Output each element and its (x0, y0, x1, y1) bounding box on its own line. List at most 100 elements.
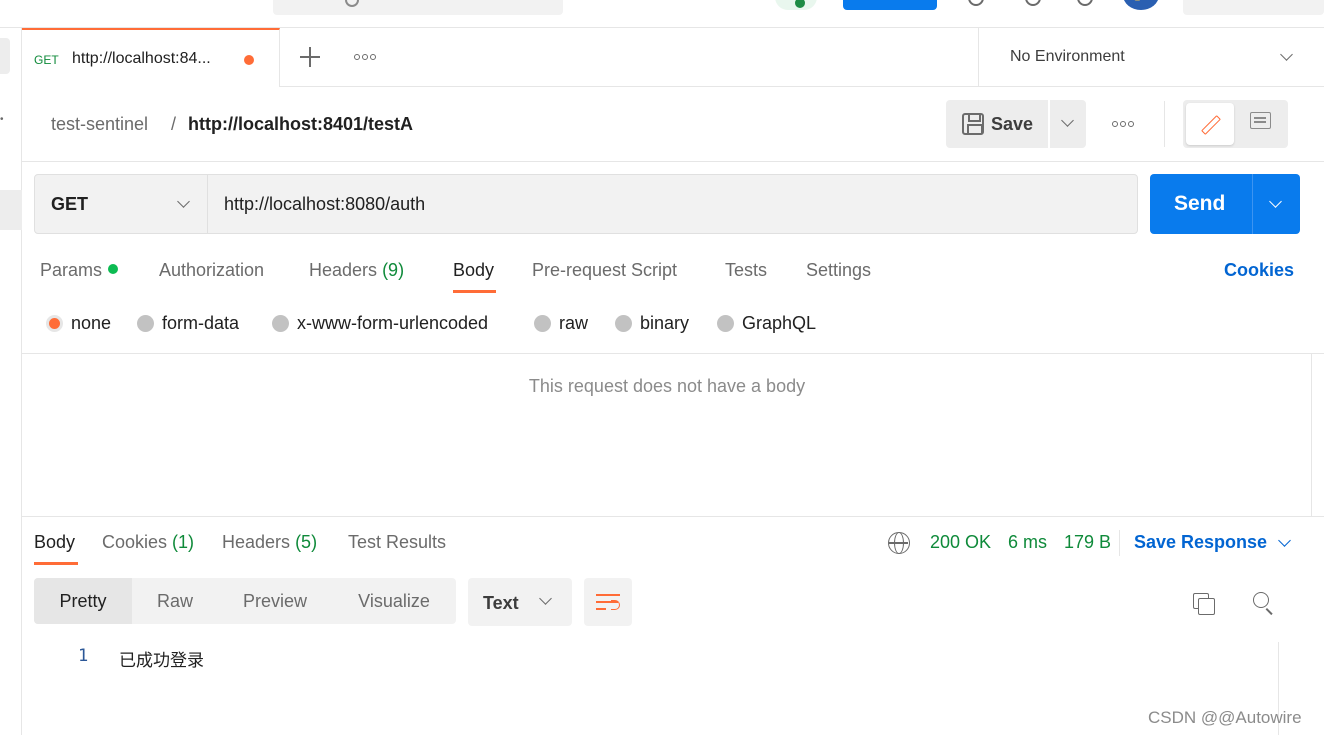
method-select[interactable]: GET (35, 175, 208, 233)
save-dropdown-button[interactable] (1050, 100, 1086, 148)
radio-label: none (71, 313, 112, 333)
radio-label: GraphQL (742, 313, 817, 333)
params-indicator (108, 264, 119, 274)
code-line: 已成功登录 (119, 651, 204, 671)
response-panel: Body Cookies (1) Headers (5) Test Result… (22, 516, 1324, 735)
response-tab-cookies[interactable]: Cookies (1) (102, 532, 194, 553)
save-response-button[interactable]: Save Response (1134, 532, 1267, 553)
view-preview[interactable]: Preview (218, 578, 332, 624)
cookies-link[interactable]: Cookies (1224, 260, 1294, 281)
avatar[interactable] (1123, 0, 1159, 10)
breadcrumb-collection[interactable]: test-sentinel (51, 114, 148, 135)
view-toggle (1183, 100, 1288, 148)
tab-authorization[interactable]: Authorization (159, 260, 264, 281)
breadcrumb-request[interactable]: http://localhost:8401/testA (188, 114, 413, 135)
request-header: test-sentinel / http://localhost:8401/te… (22, 87, 1324, 162)
tab-settings[interactable]: Settings (806, 260, 871, 281)
tab-prerequest-script[interactable]: Pre-request Script (532, 260, 677, 281)
more-icon[interactable] (1112, 121, 1134, 127)
radio-label: x-www-form-urlencoded (297, 313, 489, 333)
send-button[interactable]: Send (1150, 174, 1300, 234)
body-type-options: none form-data x-www-form-urlencoded raw… (22, 306, 1324, 354)
response-view-selector: Pretty Raw Preview Visualize (34, 578, 456, 624)
edit-icon (1201, 115, 1221, 135)
sidebar-item-selected[interactable] (0, 190, 22, 230)
chevron-down-icon (1061, 114, 1074, 127)
request-tab[interactable]: GET http://localhost:84... (22, 28, 280, 87)
chevron-down-icon[interactable] (1269, 195, 1282, 208)
response-tab-headers[interactable]: Headers (5) (222, 532, 317, 553)
status-icon (795, 0, 805, 8)
chevron-down-icon (539, 592, 552, 605)
tab-params[interactable]: Params (40, 260, 119, 281)
environment-label: No Environment (1010, 48, 1125, 65)
sync-icon[interactable] (968, 0, 984, 6)
request-tab-bar: GET http://localhost:84... No Environmen… (22, 28, 1324, 87)
response-tab-cookies-label: Cookies (102, 532, 168, 552)
radio-binary[interactable]: binary (615, 313, 689, 334)
wrap-lines-button[interactable] (584, 578, 632, 626)
radio-icon (717, 315, 734, 332)
radio-selected-icon (46, 315, 63, 332)
view-visualize[interactable]: Visualize (332, 578, 456, 624)
radio-form-data[interactable]: form-data (137, 313, 239, 334)
response-body[interactable]: 1 已成功登录 (34, 642, 1274, 735)
upgrade-button[interactable] (1183, 0, 1324, 15)
radio-raw[interactable]: raw (534, 313, 588, 334)
radio-none[interactable]: none (46, 313, 111, 334)
environment-selector[interactable]: No Environment (978, 28, 1324, 87)
divider (1311, 354, 1312, 516)
response-size[interactable]: 179 B (1064, 532, 1111, 553)
view-raw[interactable]: Raw (132, 578, 218, 624)
radio-x-www-form-urlencoded[interactable]: x-www-form-urlencoded (272, 313, 488, 334)
save-response-label: Save Response (1134, 532, 1268, 552)
divider (1119, 530, 1120, 556)
chevron-down-icon (1280, 48, 1293, 61)
globe-icon[interactable] (888, 532, 910, 554)
cookies-count: (1) (172, 532, 195, 552)
response-tab-body[interactable]: Body (34, 532, 75, 553)
more-icon[interactable] (354, 54, 376, 60)
copy-icon[interactable] (1193, 593, 1215, 615)
radio-label: form-data (162, 313, 240, 333)
breadcrumb-separator: / (171, 114, 177, 134)
radio-icon (615, 315, 632, 332)
status-indicator[interactable] (775, 0, 817, 10)
radio-label: binary (640, 313, 690, 333)
save-button[interactable]: Save (946, 100, 1048, 148)
global-search-bar[interactable] (273, 0, 563, 15)
sidebar-item[interactable] (0, 38, 10, 74)
format-label: Text (483, 593, 519, 613)
line-number: 1 (78, 646, 89, 666)
find-icon[interactable] (1253, 592, 1269, 608)
wrap-lines-icon-hook (611, 600, 620, 610)
radio-graphql[interactable]: GraphQL (717, 313, 816, 334)
comment-icon[interactable] (1250, 112, 1271, 129)
invite-button[interactable] (843, 0, 937, 10)
tab-body[interactable]: Body (453, 260, 494, 281)
url-input[interactable] (209, 175, 1137, 233)
sidebar: • (0, 28, 22, 735)
chevron-down-icon[interactable] (1278, 534, 1291, 547)
notifications-icon[interactable] (1077, 0, 1093, 6)
view-pretty[interactable]: Pretty (34, 578, 132, 624)
response-tab-test-results[interactable]: Test Results (348, 532, 446, 553)
plus-icon[interactable] (298, 45, 322, 69)
tab-title: http://localhost:84... (72, 50, 211, 67)
watermark: CSDN @@Autowire (1148, 708, 1302, 727)
documentation-toggle[interactable] (1186, 103, 1234, 145)
chevron-down-icon (177, 195, 190, 208)
tab-method: GET (34, 53, 59, 67)
tab-headers[interactable]: Headers (9) (309, 260, 404, 281)
divider (1252, 174, 1253, 234)
format-select[interactable]: Text (468, 578, 572, 626)
response-time[interactable]: 6 ms (1008, 532, 1047, 553)
settings-icon[interactable] (1025, 0, 1041, 6)
url-bar: GET (34, 174, 1138, 234)
active-tab-indicator (453, 290, 496, 293)
status-code[interactable]: 200 OK (930, 532, 991, 553)
app-header (0, 0, 1324, 28)
wrap-lines-icon-line (596, 608, 606, 610)
save-icon (962, 113, 984, 135)
tab-tests[interactable]: Tests (725, 260, 767, 281)
